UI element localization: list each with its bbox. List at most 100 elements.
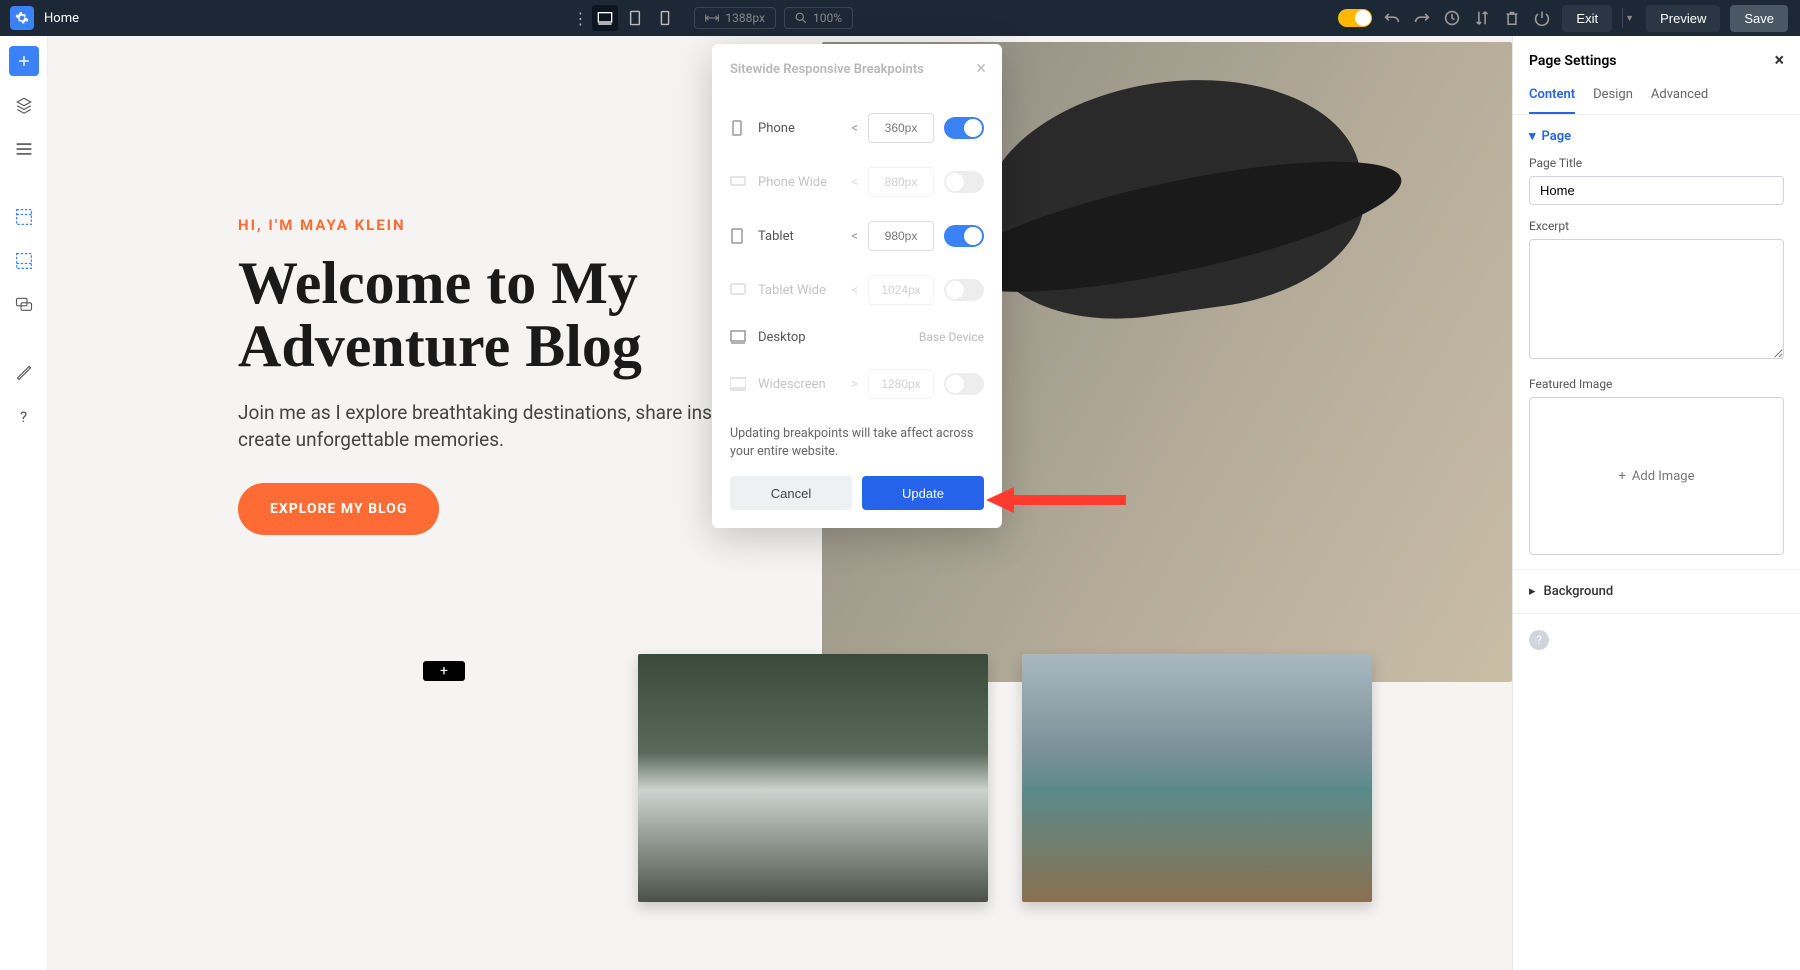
- breakpoint-toggle[interactable]: [944, 279, 984, 301]
- device-icon: [730, 174, 748, 190]
- theme-toggle[interactable]: [1338, 9, 1372, 27]
- breakpoint-label: Tablet Wide: [758, 283, 841, 298]
- template-bottom-button[interactable]: [9, 246, 39, 276]
- tab-design[interactable]: Design: [1593, 81, 1633, 114]
- gallery-row: [638, 654, 1372, 902]
- gallery-image-2[interactable]: [1022, 654, 1372, 902]
- template-icon: [15, 252, 33, 270]
- left-tool-sidebar: ?: [0, 36, 48, 970]
- breakpoint-toggle[interactable]: [944, 225, 984, 247]
- wrench-icon: [16, 365, 32, 381]
- panel-help-icon[interactable]: ?: [1529, 630, 1549, 650]
- device-tablet-button[interactable]: [622, 5, 648, 31]
- breakpoint-row-phone-wide: Phone Wide<: [730, 155, 984, 209]
- breakpoint-label: Desktop: [758, 330, 909, 345]
- cancel-button[interactable]: Cancel: [730, 476, 852, 510]
- breakpoint-row-tablet: Tablet<: [730, 209, 984, 263]
- tools-button[interactable]: [9, 358, 39, 388]
- breakpoint-value-input[interactable]: [868, 221, 934, 251]
- breakpoint-value-input[interactable]: [868, 167, 934, 197]
- hero-cta-button[interactable]: EXPLORE MY BLOG: [238, 483, 439, 535]
- redo-icon[interactable]: [1412, 11, 1432, 25]
- page-settings-panel: Page Settings × Content Design Advanced …: [1512, 36, 1800, 970]
- page-title-input[interactable]: [1529, 176, 1784, 205]
- add-image-dropzone[interactable]: + Add Image: [1529, 397, 1784, 555]
- settings-gear-button[interactable]: [10, 6, 34, 30]
- comments-button[interactable]: [9, 290, 39, 320]
- device-icon: [730, 282, 748, 298]
- breakpoint-label: Phone: [758, 121, 841, 136]
- exit-button[interactable]: Exit: [1562, 5, 1612, 32]
- gallery-image-1[interactable]: [638, 654, 988, 902]
- zoom-input[interactable]: 100%: [784, 7, 853, 29]
- page-name-label[interactable]: Home: [44, 11, 79, 26]
- panel-title: Page Settings: [1529, 53, 1617, 69]
- add-element-button[interactable]: [9, 46, 39, 76]
- base-device-label: Base Device: [919, 330, 984, 344]
- plus-icon: +: [1619, 469, 1626, 484]
- template-icon: [15, 208, 33, 226]
- layers-button[interactable]: [9, 90, 39, 120]
- question-icon: ?: [20, 408, 27, 426]
- breakpoint-toggle[interactable]: [944, 117, 984, 139]
- excerpt-textarea[interactable]: [1529, 239, 1784, 359]
- device-icon: [730, 228, 748, 244]
- save-button[interactable]: Save: [1730, 5, 1788, 32]
- exit-dropdown-caret[interactable]: ▼: [1622, 8, 1636, 28]
- page-title-label: Page Title: [1529, 156, 1784, 170]
- undo-icon[interactable]: [1382, 11, 1402, 25]
- breakpoint-label: Phone Wide: [758, 175, 841, 190]
- comments-icon: [15, 296, 33, 314]
- help-button[interactable]: ?: [9, 402, 39, 432]
- device-desktop-button[interactable]: [592, 5, 618, 31]
- caret-down-icon: ▾: [1529, 129, 1536, 144]
- breakpoint-row-phone: Phone<: [730, 101, 984, 155]
- list-icon: [15, 142, 33, 156]
- gear-icon: [15, 11, 29, 25]
- breakpoint-toggle[interactable]: [944, 171, 984, 193]
- breakpoint-value-input[interactable]: [868, 275, 934, 305]
- breakpoint-row-tablet-wide: Tablet Wide<: [730, 263, 984, 317]
- plus-icon: [17, 54, 31, 68]
- width-icon: [705, 13, 719, 23]
- search-icon: [795, 12, 807, 24]
- breakpoint-value-input[interactable]: [868, 369, 934, 399]
- dialog-note: Updating breakpoints will take affect ac…: [730, 425, 984, 460]
- canvas-width-input[interactable]: 1388px: [694, 7, 776, 29]
- preview-button[interactable]: Preview: [1646, 5, 1720, 32]
- device-icon: [730, 376, 748, 392]
- breakpoint-row-desktop: Desktop Base Device: [730, 317, 984, 357]
- top-toolbar: Home ⋮ 1388px 100% Exit ▼ Preview Save: [0, 0, 1800, 36]
- breakpoint-label: Tablet: [758, 229, 841, 244]
- dialog-close-button[interactable]: ×: [976, 58, 986, 79]
- breakpoint-toggle[interactable]: [944, 373, 984, 395]
- sort-icon[interactable]: [1472, 10, 1492, 26]
- trash-icon[interactable]: [1502, 10, 1522, 26]
- breakpoint-label: Widescreen: [758, 377, 841, 392]
- template-top-button[interactable]: [9, 202, 39, 232]
- section-page-toggle[interactable]: ▾ Page: [1529, 129, 1784, 144]
- featured-image-label: Featured Image: [1529, 377, 1784, 391]
- device-icon: [730, 120, 748, 136]
- device-menu-dots-icon[interactable]: ⋮: [572, 9, 588, 28]
- layers-icon: [15, 96, 33, 114]
- list-button[interactable]: [9, 134, 39, 164]
- device-icon: [730, 329, 748, 345]
- zoom-value: 100%: [813, 11, 842, 25]
- dialog-title: Sitewide Responsive Breakpoints: [730, 62, 984, 77]
- caret-right-icon: ▸: [1529, 584, 1536, 599]
- panel-close-button[interactable]: ×: [1774, 50, 1784, 71]
- breakpoints-dialog: Sitewide Responsive Breakpoints × Phone<…: [712, 44, 1002, 528]
- tab-advanced[interactable]: Advanced: [1651, 81, 1708, 114]
- breakpoint-value-input[interactable]: [868, 113, 934, 143]
- power-icon[interactable]: [1532, 10, 1552, 26]
- tab-content[interactable]: Content: [1529, 81, 1575, 114]
- device-phone-button[interactable]: [652, 5, 678, 31]
- annotation-arrow: [986, 485, 1126, 515]
- add-section-handle[interactable]: +: [423, 661, 465, 681]
- excerpt-label: Excerpt: [1529, 219, 1784, 233]
- section-background-toggle[interactable]: ▸ Background: [1513, 570, 1800, 613]
- history-icon[interactable]: [1442, 10, 1462, 26]
- width-value: 1388px: [725, 11, 765, 25]
- update-button[interactable]: Update: [862, 476, 984, 510]
